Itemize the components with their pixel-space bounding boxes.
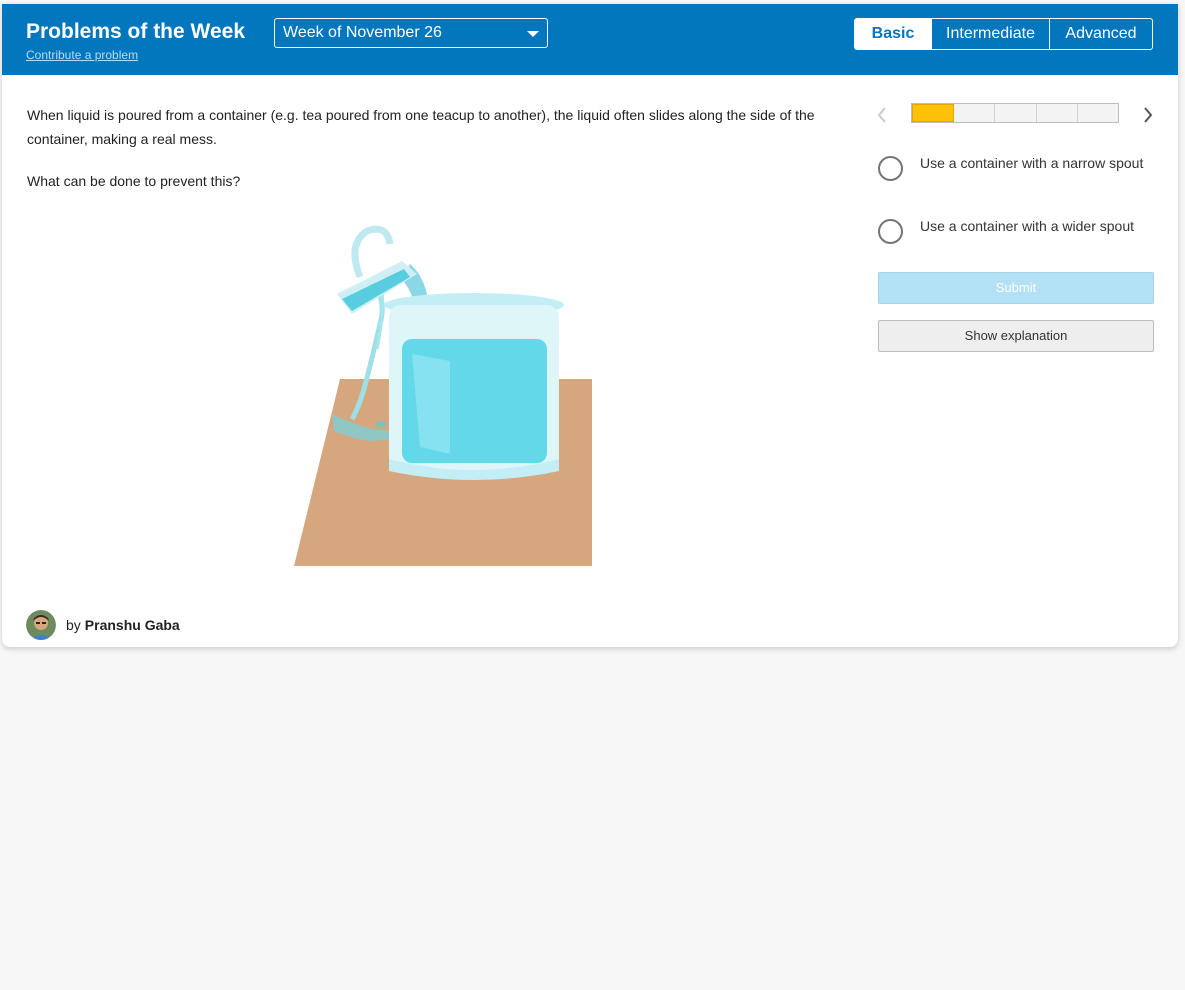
- week-select-value: Week of November 26: [283, 24, 442, 41]
- progress-segment-5[interactable]: [1078, 104, 1118, 122]
- week-select[interactable]: Week of November 26: [274, 18, 548, 48]
- progress-segment-4[interactable]: [1037, 104, 1078, 122]
- tab-basic[interactable]: Basic: [855, 19, 931, 49]
- contribute-link[interactable]: Contribute a problem: [26, 48, 138, 62]
- progress-segment-3[interactable]: [995, 104, 1037, 122]
- option-label: Use a container with a wider spout: [920, 218, 1134, 234]
- progress-segment-1[interactable]: [912, 104, 955, 122]
- problem-card: Problems of the Week Contribute a proble…: [2, 4, 1178, 647]
- problem-prompt: What can be done to prevent this?: [27, 173, 241, 189]
- problem-text: When liquid is poured from a container (…: [27, 107, 815, 147]
- answer-option-narrow-spout[interactable]: Use a container with a narrow spout: [878, 154, 1158, 181]
- show-explanation-button[interactable]: Show explanation: [878, 320, 1154, 352]
- submit-button[interactable]: Submit: [878, 272, 1154, 304]
- progress-segment-2[interactable]: [954, 104, 996, 122]
- radio-button[interactable]: [878, 219, 903, 244]
- answer-option-wider-spout[interactable]: Use a container with a wider spout: [878, 217, 1158, 244]
- chevron-left-icon[interactable]: [874, 105, 890, 125]
- tab-advanced[interactable]: Advanced: [1049, 19, 1152, 49]
- author-name[interactable]: Pranshu Gaba: [85, 617, 180, 633]
- author-prefix: by: [66, 617, 81, 633]
- problem-progress: [911, 103, 1119, 123]
- level-tabs: Basic Intermediate Advanced: [854, 18, 1153, 50]
- radio-button[interactable]: [878, 156, 903, 181]
- author: by Pranshu Gaba: [26, 610, 180, 640]
- option-label: Use a container with a narrow spout: [920, 155, 1144, 171]
- tab-intermediate[interactable]: Intermediate: [931, 19, 1049, 49]
- page-title: Problems of the Week: [26, 20, 246, 43]
- avatar: [26, 610, 56, 640]
- chevron-right-icon[interactable]: [1140, 105, 1156, 125]
- pouring-liquid-illustration: [294, 225, 592, 566]
- chevron-down-icon: [527, 31, 539, 37]
- header: Problems of the Week Contribute a proble…: [2, 4, 1178, 75]
